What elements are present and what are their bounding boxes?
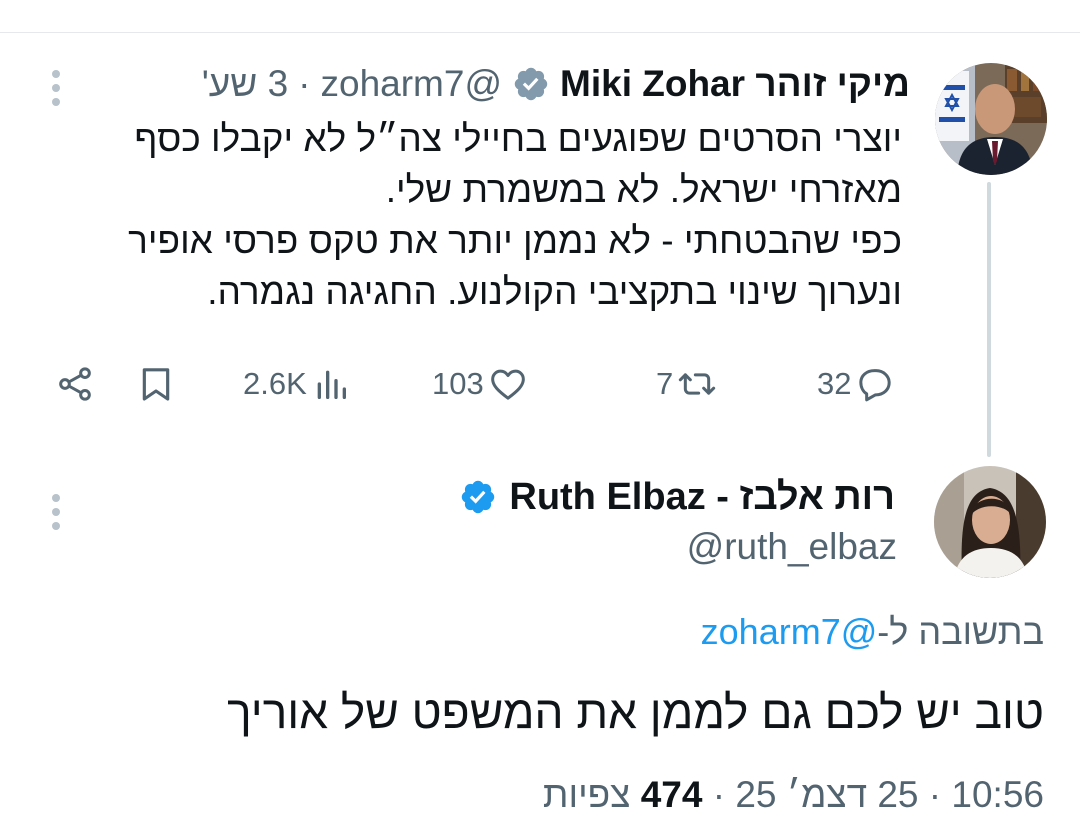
share-icon	[59, 367, 91, 401]
reply-bubble-icon	[859, 369, 892, 402]
separator-dot: ·	[918, 774, 942, 815]
tweet-body: יוצרי הסרטים שפוגעים בחיילי צה״ל לא יקבל…	[42, 113, 902, 317]
avatar-miki-zohar[interactable]	[935, 63, 1047, 175]
tweet-time[interactable]: 3 שע'	[202, 62, 288, 106]
reply-meta: 10:56 · 25 דצמ׳ 25 · 474 צפיות	[543, 770, 1044, 820]
like-button[interactable]: 103	[432, 362, 528, 406]
share-button[interactable]	[55, 364, 95, 409]
tweet-body-line: יוצרי הסרטים שפוגעים בחיילי צה״ל לא יקבל…	[134, 118, 902, 159]
views-chart-icon	[317, 370, 346, 399]
reply-body: טוב יש לכם גם לממן את המשפט של אוריך	[227, 686, 1044, 738]
tweet-body-line: ונערוך שינוי בתקציבי הקולנוע. החגיגה נגמ…	[207, 271, 902, 312]
replying-to-handle-link[interactable]: @zoharm7	[701, 611, 878, 652]
reply-date[interactable]: 25 דצמ׳ 25	[735, 774, 918, 815]
reply-views-count: 474	[640, 774, 703, 815]
verified-badge-icon	[459, 478, 497, 516]
reply-author-handle[interactable]: @ruth_elbaz	[687, 524, 897, 570]
verified-badge-icon	[512, 65, 550, 103]
reply-time[interactable]: 10:56	[951, 774, 1044, 815]
likes-count: 103	[432, 366, 484, 401]
views-count: 2.6K	[243, 366, 307, 401]
reply-author: רות אלבז - Ruth Elbaz	[459, 474, 895, 520]
reply-button[interactable]: 32	[817, 362, 895, 406]
retweet-button[interactable]: 7	[656, 362, 717, 406]
tweet-header: מיקי זוהר Miki Zohar @zoharm7 · 3 שע'	[202, 62, 910, 106]
heart-icon	[490, 369, 525, 400]
bookmark-icon	[142, 368, 170, 401]
views-button[interactable]: 2.6K	[243, 362, 351, 406]
replies-count: 32	[817, 366, 852, 401]
more-options-icon[interactable]	[51, 488, 61, 536]
retweet-icon	[679, 373, 716, 395]
author-handle[interactable]: @zoharm7	[321, 62, 503, 106]
reply-author-name[interactable]: רות אלבז - Ruth Elbaz	[509, 474, 895, 520]
tweet-body-line: מאזרחי ישראל. לא במשמרת שלי.	[385, 169, 902, 210]
author-name[interactable]: מיקי זוהר Miki Zohar	[560, 62, 910, 106]
replying-to: בתשובה ל-@zoharm7	[701, 609, 1044, 655]
separator-dot: ·	[702, 774, 726, 815]
replying-to-prefix: בתשובה ל-	[877, 611, 1044, 652]
tweet-body-line: כפי שהבטחתי - לא נממן יותר את טקס פרסי א…	[128, 220, 902, 261]
more-options-icon[interactable]	[51, 64, 61, 112]
bookmark-button[interactable]	[136, 364, 176, 409]
reply-views-label: צפיות	[542, 774, 631, 815]
thread-connector-line	[987, 182, 991, 457]
retweets-count: 7	[656, 366, 674, 401]
avatar-ruth-elbaz[interactable]	[934, 466, 1046, 578]
separator-dot: ·	[298, 63, 311, 104]
top-divider	[0, 32, 1080, 33]
